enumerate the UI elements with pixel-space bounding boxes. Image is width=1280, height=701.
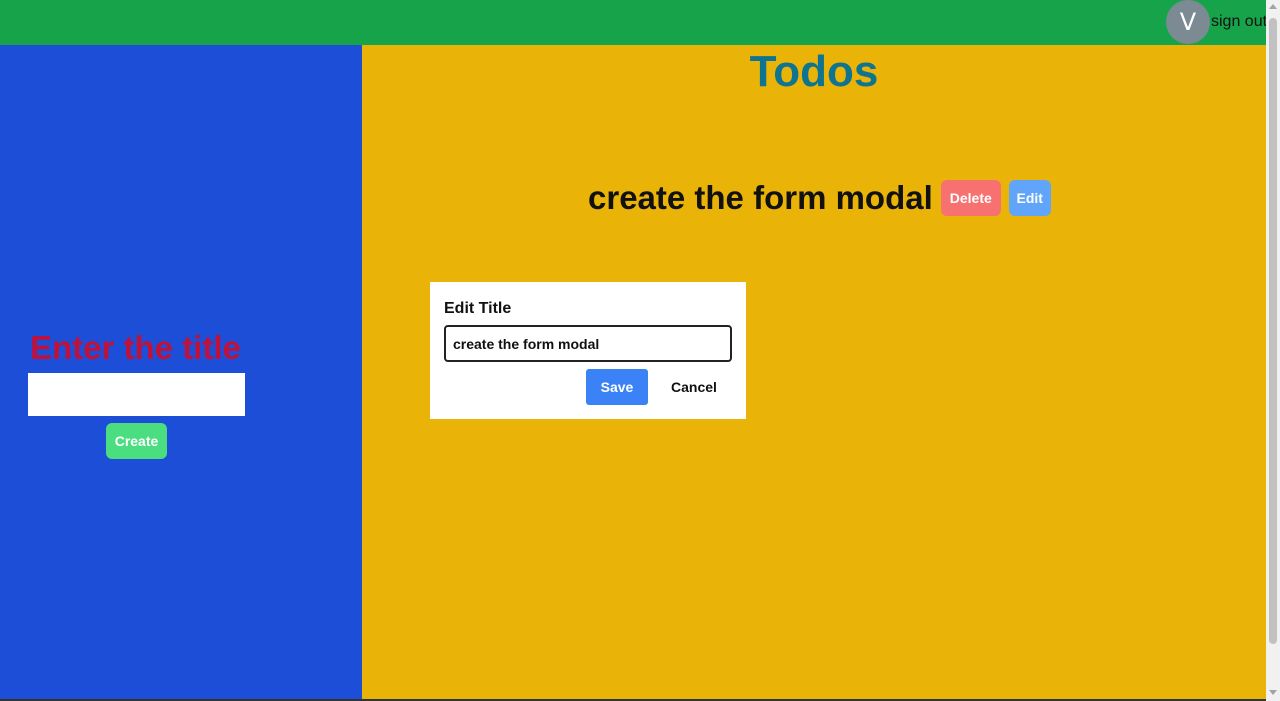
todo-title: create the form modal [588, 179, 933, 216]
delete-button[interactable]: Delete [940, 180, 1001, 216]
todos-panel: Todos create the form modal Delete Edit … [362, 45, 1266, 699]
scroll-up-arrow-icon[interactable] [1269, 4, 1277, 9]
modal-title: Edit Title [444, 300, 512, 317]
scroll-down-arrow-icon[interactable] [1269, 690, 1277, 695]
save-button[interactable]: Save [586, 369, 648, 405]
avatar-initial: V [1179, 8, 1197, 36]
todo-item: create the form modal Delete Edit [588, 179, 1051, 216]
edit-button[interactable]: Edit [1008, 180, 1051, 216]
top-navbar: V sign out [0, 0, 1267, 45]
sign-out-link[interactable]: sign out [1211, 13, 1267, 31]
cancel-button[interactable]: Cancel [659, 369, 729, 405]
page-title: Todos [749, 47, 879, 96]
new-todo-title-input[interactable] [28, 373, 245, 416]
user-avatar[interactable]: V [1166, 0, 1210, 44]
edit-title-modal: Edit Title Save Cancel [430, 282, 746, 419]
create-button[interactable]: Create [106, 423, 167, 459]
create-heading: Enter the title [30, 329, 241, 366]
vertical-scrollbar[interactable] [1266, 0, 1280, 701]
scrollbar-thumb[interactable] [1269, 18, 1277, 644]
edit-title-input[interactable] [444, 325, 732, 362]
create-todo-sidebar: Enter the title Create [0, 45, 362, 699]
